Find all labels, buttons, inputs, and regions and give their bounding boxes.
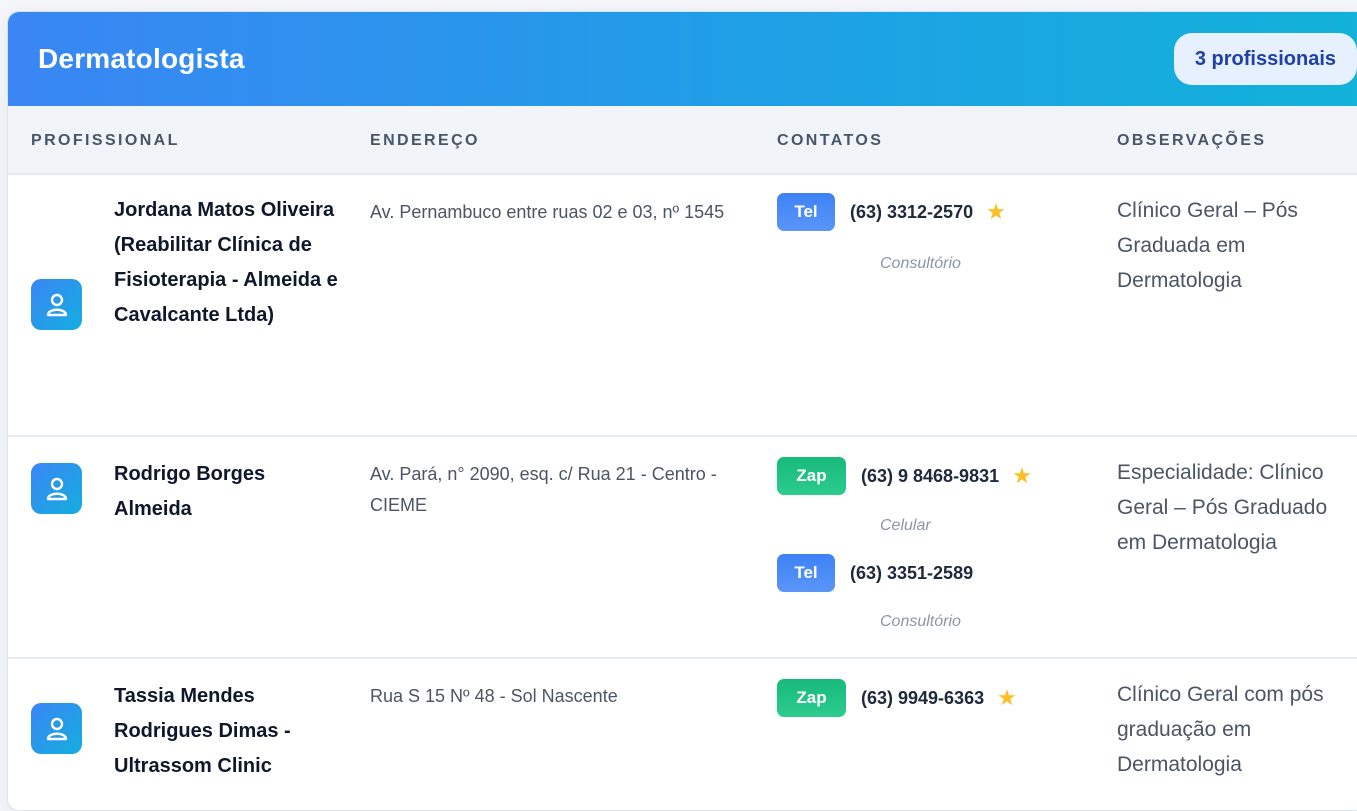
person-icon	[31, 463, 82, 514]
observation-text: Clínico Geral – Pós Graduada em Dermatol…	[1117, 199, 1298, 292]
contact-phone-link[interactable]: Tel (63) 3312-2570 ★	[777, 193, 1006, 231]
count-badge: 3 profissionais	[1173, 33, 1357, 85]
contact-whatsapp-link[interactable]: Zap (63) 9 8468-9831 ★	[777, 457, 1032, 495]
contact-phone-link[interactable]: Tel (63) 3351-2589	[777, 554, 973, 592]
phone-number: (63) 9 8468-9831	[861, 465, 1000, 486]
star-icon: ★	[1012, 463, 1032, 488]
phone-number: (63) 3312-2570	[850, 201, 974, 222]
address-text: Av. Pernambuco entre ruas 02 e 03, nº 15…	[370, 202, 725, 222]
professional-name: Tassia Mendes Rodrigues Dimas - Ultrasso…	[114, 685, 291, 777]
column-header-contacts: CONTATOS	[777, 131, 884, 149]
star-icon: ★	[997, 685, 1017, 710]
specialty-title: Dermatologista	[38, 43, 245, 74]
phone-number: (63) 9949-6363	[861, 687, 985, 708]
professional-name: Rodrigo Borges Almeida	[114, 463, 266, 520]
person-icon	[31, 703, 82, 754]
observation-text: Clínico Geral com pós graduação em Derma…	[1117, 683, 1324, 776]
card-header: Dermatologista 3 profissionais	[8, 12, 1357, 106]
phone-number: (63) 3351-2589	[850, 562, 974, 583]
column-header-address: ENDEREÇO	[370, 131, 480, 149]
observation-text: Especialidade: Clínico Geral – Pós Gradu…	[1117, 461, 1328, 554]
contact-label: Celular	[880, 517, 931, 534]
column-header-professional: PROFISSIONAL	[31, 131, 180, 149]
table-row: Jordana Matos Oliveira (Reabilitar Clíni…	[8, 175, 1357, 437]
specialist-card: Dermatologista 3 profissionais PROFISSIO…	[7, 11, 1357, 811]
address-text: Av. Pará, n° 2090, esq. c/ Rua 21 - Cent…	[370, 464, 717, 515]
column-header-observations: OBSERVAÇÕES	[1117, 131, 1267, 149]
address-text: Rua S 15 Nº 48 - Sol Nascente	[370, 686, 618, 706]
person-icon	[31, 279, 82, 330]
table-header: PROFISSIONAL ENDEREÇO CONTATOS OBSERVAÇÕ…	[8, 106, 1357, 175]
tel-badge: Tel	[777, 193, 835, 231]
star-icon: ★	[986, 199, 1006, 224]
contact-label: Consultório	[880, 613, 961, 630]
tel-badge: Tel	[777, 554, 835, 592]
contact-label: Consultório	[880, 255, 961, 272]
zap-badge: Zap	[777, 457, 846, 495]
professional-name: Jordana Matos Oliveira (Reabilitar Clíni…	[114, 199, 338, 326]
table-row: Rodrigo Borges Almeida Av. Pará, n° 2090…	[8, 437, 1357, 659]
zap-badge: Zap	[777, 679, 846, 717]
table-row: Tassia Mendes Rodrigues Dimas - Ultrasso…	[8, 659, 1357, 810]
contact-whatsapp-link[interactable]: Zap (63) 9949-6363 ★	[777, 679, 1017, 717]
